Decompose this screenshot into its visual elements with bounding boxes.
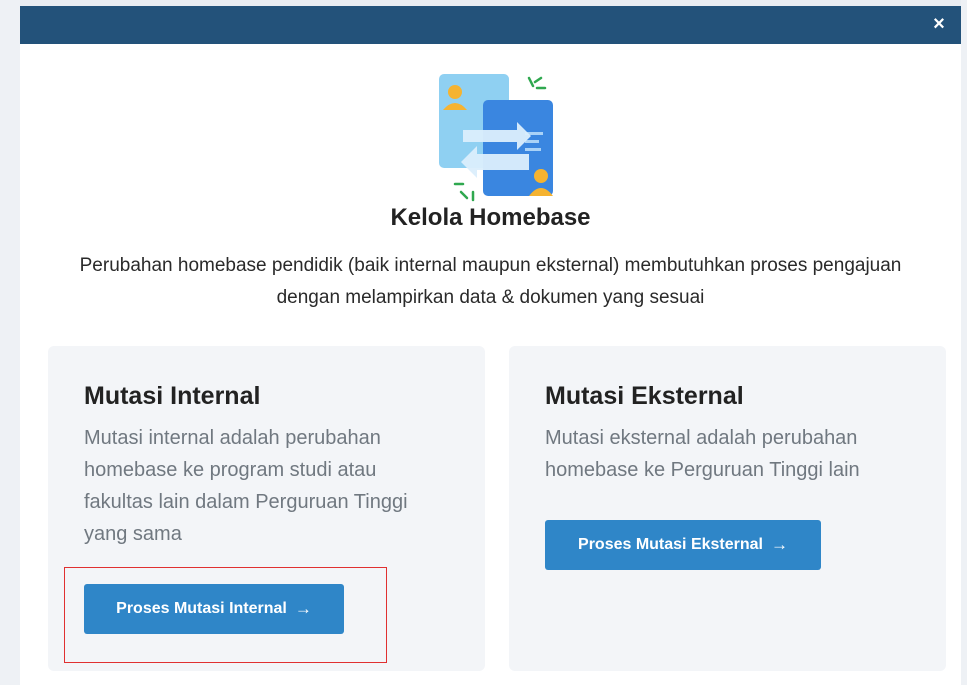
- button-label: Proses Mutasi Eksternal: [578, 536, 763, 553]
- arrow-right-icon: →: [770, 535, 788, 554]
- card-title: Mutasi Eksternal: [545, 382, 744, 410]
- card-description: Mutasi eksternal adalah perubahan homeba…: [545, 427, 860, 481]
- close-icon[interactable]: ×: [927, 12, 951, 36]
- proses-mutasi-eksternal-button[interactable]: Proses Mutasi Eksternal →: [545, 520, 821, 570]
- background-left: [0, 0, 20, 685]
- card-description: Mutasi internal adalah perubahan homebas…: [84, 427, 408, 545]
- arrow-right-icon: →: [294, 599, 312, 618]
- proses-mutasi-internal-button[interactable]: Proses Mutasi Internal →: [84, 584, 344, 634]
- homebase-transfer-icon: [433, 72, 559, 202]
- card-title: Mutasi Internal: [84, 382, 261, 410]
- mutasi-eksternal-card: Mutasi Eksternal Mutasi eksternal adalah…: [509, 346, 946, 671]
- button-label: Proses Mutasi Internal: [116, 600, 287, 617]
- background-right: [961, 0, 967, 685]
- modal-title: Kelola Homebase: [390, 204, 591, 231]
- modal-description: Perubahan homebase pendidik (baik intern…: [79, 255, 902, 308]
- modal-header: ×: [20, 6, 961, 44]
- mutasi-internal-card: Mutasi Internal Mutasi internal adalah p…: [48, 346, 485, 671]
- kelola-homebase-modal: × Kelola Homebase Perubahan homebase pen…: [20, 6, 961, 685]
